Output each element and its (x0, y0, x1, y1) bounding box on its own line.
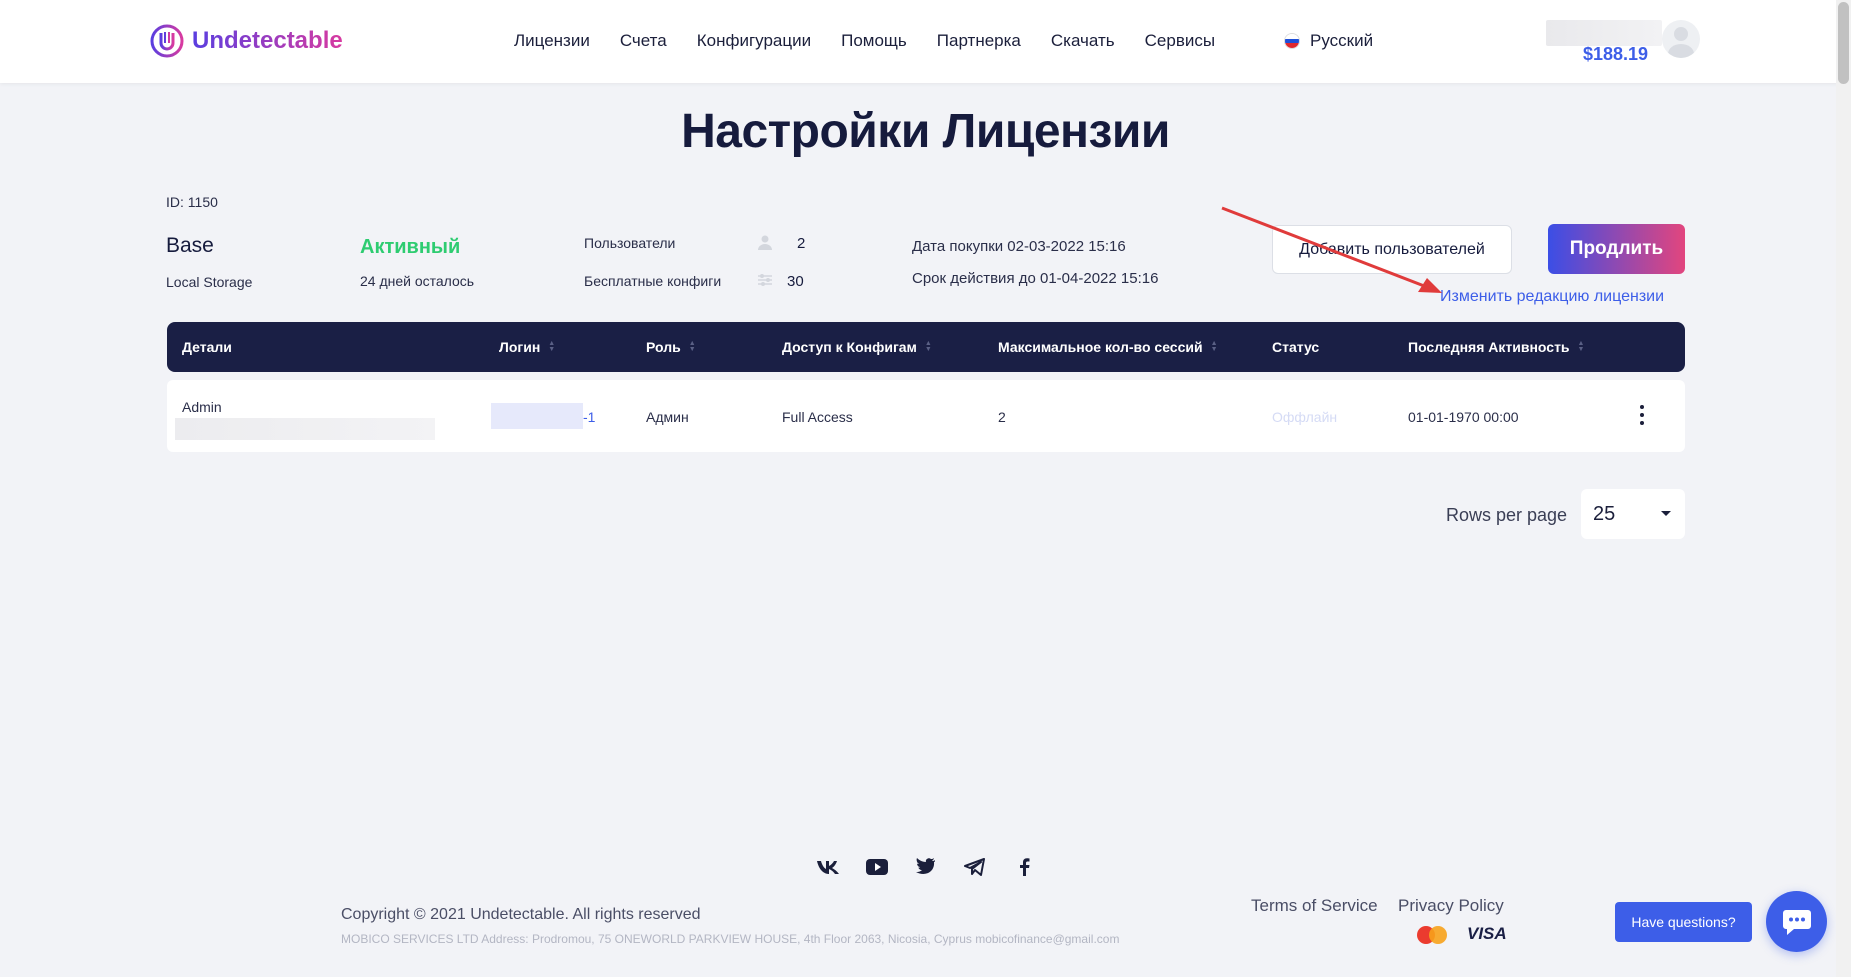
plan-name: Base (166, 234, 214, 257)
column-max-sessions[interactable]: Максимальное кол-во сессий ▲ ▼ (998, 339, 1218, 355)
sort-icon: ▲ ▼ (924, 340, 932, 353)
renew-button[interactable]: Продлить (1548, 224, 1685, 274)
youtube-icon[interactable] (864, 854, 889, 879)
rows-per-page-value: 25 (1593, 502, 1616, 525)
logo[interactable]: Undetectable (150, 24, 343, 58)
nav-partners[interactable]: Партнерка (937, 31, 1021, 51)
license-id: ID: 1150 (166, 194, 218, 210)
caret-down-icon (1661, 511, 1671, 516)
sort-icon: ▲ ▼ (688, 340, 696, 353)
terms-link[interactable]: Terms of Service (1251, 896, 1378, 916)
nav-services[interactable]: Сервисы (1145, 31, 1215, 51)
rows-per-page-label: Rows per page (1446, 505, 1568, 525)
sort-icon: ▲ ▼ (1577, 340, 1585, 353)
nav-help[interactable]: Помощь (841, 31, 907, 51)
column-details: Детали (182, 339, 232, 355)
column-config-access[interactable]: Доступ к Конфигам ▲ ▼ (782, 339, 932, 355)
column-login[interactable]: Логин ▲ ▼ (499, 339, 555, 355)
main-nav: Лицензии Счета Конфигурации Помощь Партн… (514, 31, 1245, 51)
copyright-text: Copyright © 2021 Undetectable. All right… (341, 906, 701, 923)
nav-invoices[interactable]: Счета (620, 31, 667, 51)
telegram-icon[interactable] (962, 854, 987, 879)
russia-flag-icon (1284, 33, 1300, 49)
nav-download[interactable]: Скачать (1051, 31, 1115, 51)
nav-licenses[interactable]: Лицензии (514, 31, 590, 51)
valid-until: Срок действия до 01-04-2022 15:16 (912, 270, 1159, 287)
details-redacted (175, 418, 435, 440)
logo-text: Undetectable (192, 27, 343, 54)
row-access: Full Access (782, 409, 853, 425)
sort-icon: ▲ ▼ (548, 340, 556, 353)
page-title: Настройки Лицензии (681, 105, 1170, 158)
column-role[interactable]: Роль ▲ ▼ (646, 339, 696, 355)
users-icon (758, 235, 772, 250)
chat-icon (1782, 909, 1811, 935)
sliders-icon (758, 274, 772, 286)
free-configs-label: Бесплатные конфиги (584, 273, 722, 289)
license-status: Активный (360, 236, 461, 258)
more-actions-icon[interactable] (1635, 405, 1649, 425)
nav-configurations[interactable]: Конфигурации (697, 31, 811, 51)
plan-storage: Local Storage (166, 274, 253, 290)
logo-icon (150, 24, 184, 58)
sort-icon: ▲ ▼ (1210, 340, 1218, 353)
facebook-icon[interactable] (1011, 854, 1036, 879)
column-status: Статус (1272, 339, 1320, 355)
scrollbar-thumb[interactable] (1838, 2, 1849, 84)
visa-logo: VISA (1467, 924, 1507, 943)
vk-icon[interactable] (815, 854, 840, 879)
free-configs-value: 30 (787, 273, 804, 290)
days-left: 24 дней осталось (360, 273, 475, 289)
rows-per-page-select[interactable]: 25 (1581, 489, 1685, 539)
row-status: Оффлайн (1272, 409, 1338, 425)
language-label: Русский (1310, 31, 1374, 50)
row-details: Admin (182, 399, 222, 415)
top-header: Undetectable Лицензии Счета Конфигурации… (0, 0, 1851, 83)
chat-button[interactable] (1766, 891, 1827, 952)
privacy-link[interactable]: Privacy Policy (1398, 896, 1504, 916)
username-redacted (1546, 20, 1662, 46)
annotation-arrow-icon (1221, 206, 1442, 293)
row-login[interactable]: -1 (583, 409, 595, 425)
table-header: Детали Логин ▲ ▼ Роль ▲ ▼ Доступ к Конфигам ▲… (167, 322, 1685, 372)
table-row: Admin -1 Админ Full Access 2 Оффлайн 01-… (167, 380, 1685, 452)
language-selector[interactable]: Русский (1284, 31, 1373, 51)
users-value: 2 (797, 235, 806, 252)
account-balance[interactable]: $188.19 (1583, 44, 1648, 65)
mastercard-icon (1417, 926, 1447, 944)
avatar[interactable] (1662, 20, 1700, 58)
login-redacted (491, 403, 583, 429)
social-links (815, 854, 1036, 879)
twitter-icon[interactable] (913, 854, 938, 879)
column-last-activity[interactable]: Последняя Активность ▲ ▼ (1408, 339, 1584, 355)
company-address: MOBICO SERVICES LTD Address: Prodromou, … (341, 932, 1120, 946)
purchase-date: Дата покупки 02-03-2022 15:16 (912, 238, 1126, 255)
have-questions-button[interactable]: Have questions? (1615, 902, 1752, 942)
row-last-activity: 01-01-1970 00:00 (1408, 409, 1519, 425)
row-role: Админ (646, 409, 689, 425)
row-max-sessions: 2 (998, 409, 1006, 425)
edit-license-link[interactable]: Изменить редакцию лицензии (1440, 288, 1664, 306)
page-scrollbar[interactable] (1836, 0, 1851, 977)
users-label: Пользователи (584, 235, 676, 251)
